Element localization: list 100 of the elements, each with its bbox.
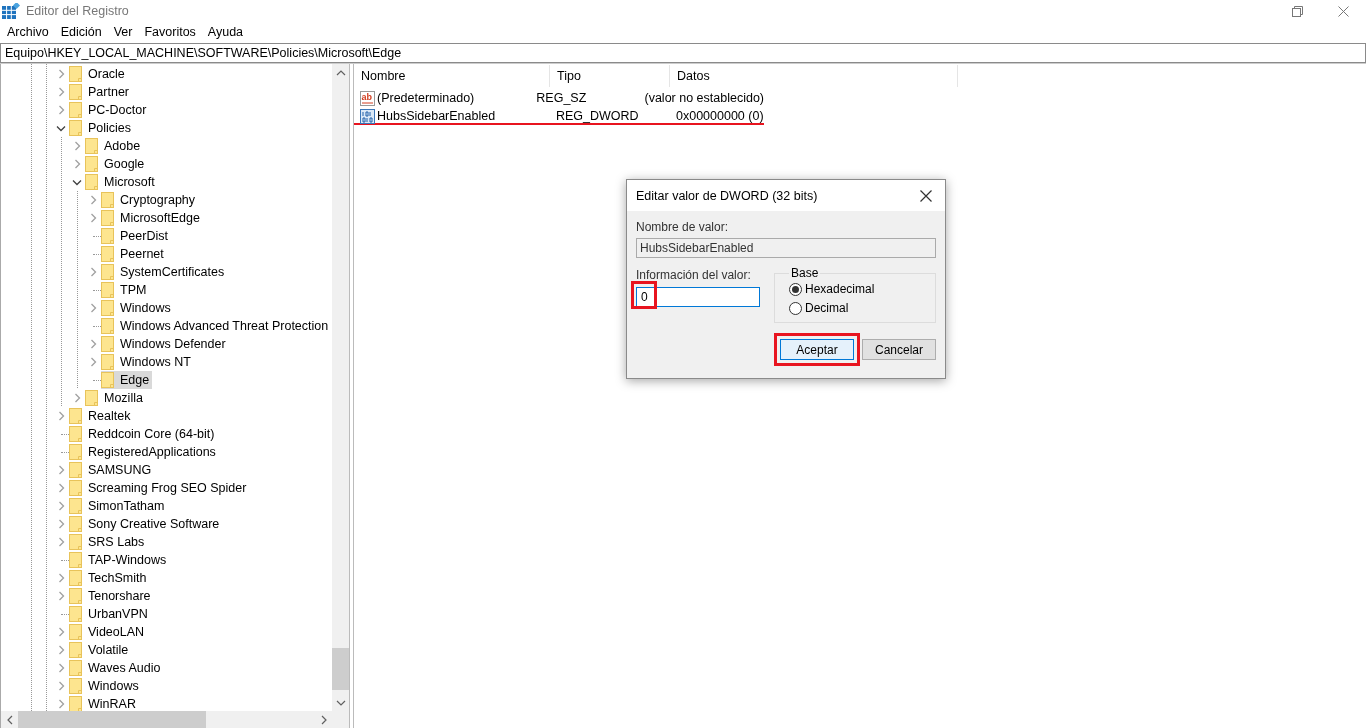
registry-icon: [2, 2, 20, 20]
tree-item[interactable]: TPM: [101, 281, 150, 299]
radio-label[interactable]: Hexadecimal: [805, 282, 875, 296]
menu-item[interactable]: Edición: [54, 25, 108, 39]
value-field[interactable]: 0: [636, 287, 760, 307]
tree-item[interactable]: SimonTatham: [69, 497, 168, 515]
tree-item[interactable]: Peernet: [101, 245, 167, 263]
folder-icon: [69, 552, 82, 568]
tree-item[interactable]: Google: [85, 155, 148, 173]
tree-item[interactable]: Mozilla: [85, 389, 146, 407]
tree-item[interactable]: Policies: [69, 119, 135, 137]
folder-icon: [101, 192, 114, 208]
folder-icon: [101, 264, 114, 280]
folder-icon: [69, 480, 82, 496]
menu-item[interactable]: Favoritos: [138, 25, 202, 39]
tree-item[interactable]: Tenorshare: [69, 587, 154, 605]
tree-item[interactable]: Partner: [69, 83, 132, 101]
menu-item[interactable]: Ayuda: [201, 25, 250, 39]
tree-item[interactable]: UrbanVPN: [69, 605, 151, 623]
close-icon: [920, 189, 932, 202]
tree-item[interactable]: PeerDist: [101, 227, 171, 245]
folder-icon: [69, 606, 82, 622]
tree-item[interactable]: Windows Defender: [101, 335, 229, 353]
folder-icon: [69, 66, 82, 82]
folder-icon: [69, 516, 82, 532]
tree-item[interactable]: SAMSUNG: [69, 461, 155, 479]
tree-item[interactable]: Cryptography: [101, 191, 199, 209]
scrollbar-thumb[interactable]: [332, 648, 349, 690]
tree-item[interactable]: MicrosoftEdge: [101, 209, 203, 227]
tree-item[interactable]: Edge: [101, 371, 153, 389]
folder-icon: [85, 390, 98, 406]
folder-icon: [101, 228, 114, 244]
tree-item[interactable]: Sony Creative Software: [69, 515, 223, 533]
tree-item[interactable]: Oracle: [69, 65, 128, 83]
table-row[interactable]: HubsSidebarEnabled REG_DWORD 0x00000000 (0): [354, 107, 764, 125]
address-field[interactable]: Equipo\HKEY_LOCAL_MACHINE\SOFTWARE\Policies\Microsoft\Edge: [0, 43, 1366, 63]
ok-button[interactable]: Aceptar: [780, 339, 854, 360]
folder-icon: [69, 534, 82, 550]
tree-item[interactable]: Windows: [101, 299, 174, 317]
radio-button[interactable]: [789, 282, 802, 296]
tree-item[interactable]: Waves Audio: [69, 659, 164, 677]
tree-item[interactable]: TechSmith: [69, 569, 150, 587]
folder-icon: [69, 588, 82, 604]
table-cell: (Predeterminado): [377, 91, 475, 105]
tree-item[interactable]: Windows NT: [101, 353, 194, 371]
binary-value-icon: [360, 108, 375, 124]
tree-item[interactable]: WinRAR: [69, 695, 139, 711]
tree-item[interactable]: Reddcoin Core (64-bit): [69, 425, 218, 443]
folder-icon: [85, 174, 98, 190]
menu-item[interactable]: Archivo: [1, 25, 55, 39]
folder-icon: [69, 444, 82, 460]
horizontal-scrollbar[interactable]: [1, 711, 349, 728]
tree-item[interactable]: Screaming Frog SEO Spider: [69, 479, 250, 497]
radio-button[interactable]: [789, 301, 802, 315]
vertical-scrollbar[interactable]: [332, 64, 349, 711]
tree-item[interactable]: Adobe: [85, 137, 144, 155]
tree-item[interactable]: VideoLAN: [69, 623, 148, 641]
field-label: Información del valor:: [636, 268, 752, 282]
column-header[interactable]: Datos: [670, 65, 958, 87]
tree-item[interactable]: SystemCertificates: [101, 263, 228, 281]
folder-icon: [101, 300, 114, 316]
tree-item[interactable]: Windows Advanced Threat Protection: [101, 317, 332, 335]
column-header[interactable]: Tipo: [550, 65, 670, 87]
folder-icon: [85, 138, 98, 154]
folder-icon: [69, 462, 82, 478]
folder-icon: [69, 120, 82, 136]
folder-icon: [69, 84, 82, 100]
column-header[interactable]: Nombre: [354, 65, 550, 87]
tree-item[interactable]: Windows: [69, 677, 142, 695]
table-row[interactable]: ab (Predeterminado) REG_SZ (valor no establecido): [354, 89, 764, 107]
folder-icon: [69, 660, 82, 676]
restore-icon: [1291, 5, 1303, 17]
tree-item[interactable]: PC-Doctor: [69, 101, 150, 119]
folder-icon: [101, 282, 114, 298]
menu-item[interactable]: Ver: [107, 25, 139, 39]
tree-item[interactable]: Microsoft: [85, 173, 158, 191]
folder-icon: [69, 570, 82, 586]
radio-label[interactable]: Decimal: [805, 301, 849, 315]
tree-item[interactable]: Volatile: [69, 641, 132, 659]
scrollbar-thumb[interactable]: [18, 711, 206, 728]
folder-icon: [101, 210, 114, 226]
folder-icon: [85, 156, 98, 172]
name-field[interactable]: HubsSidebarEnabled: [636, 238, 936, 258]
folder-icon: [69, 624, 82, 640]
cancel-button[interactable]: Cancelar: [862, 339, 936, 360]
close-icon: [1337, 5, 1349, 17]
table-cell-text: 0x00000000 (0): [675, 109, 764, 123]
folder-icon: [101, 372, 114, 388]
tree-item[interactable]: SRS Labs: [69, 533, 148, 551]
table-cell-text: (valor no establecido): [643, 91, 764, 105]
tree-item[interactable]: Realtek: [69, 407, 134, 425]
folder-icon: [69, 426, 82, 442]
tree-item[interactable]: RegisteredApplications: [69, 443, 219, 461]
table-cell: HubsSidebarEnabled: [377, 109, 496, 123]
group-label: Base: [790, 266, 820, 280]
tree-item[interactable]: TAP-Windows: [69, 551, 170, 569]
field-label: Nombre de valor:: [636, 220, 730, 234]
folder-icon: [69, 642, 82, 658]
dialog-title: Editar valor de DWORD (32 bits): [636, 188, 818, 203]
folder-icon: [69, 498, 82, 514]
